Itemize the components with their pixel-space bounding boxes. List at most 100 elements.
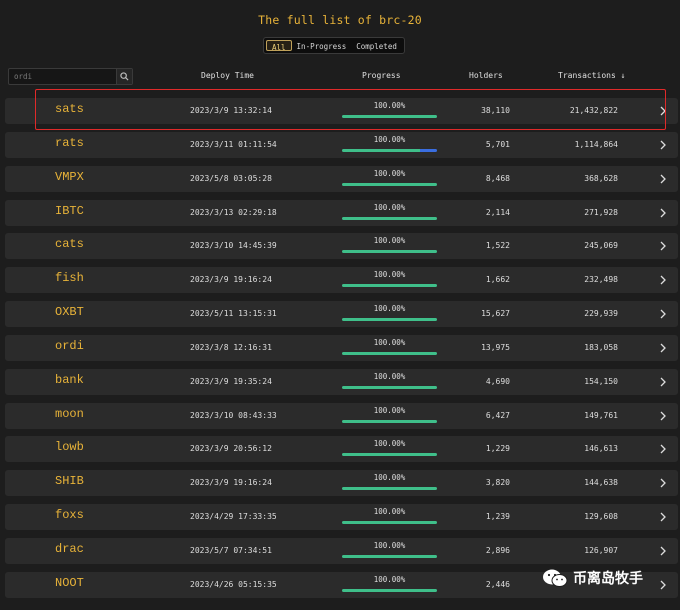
deploy-time: 2023/3/13 02:29:18 xyxy=(190,207,277,217)
search-button[interactable] xyxy=(116,69,132,84)
token-tick: rats xyxy=(55,135,84,150)
progress-bar-fill xyxy=(342,182,437,186)
deploy-time: 2023/3/9 19:35:24 xyxy=(190,376,272,386)
progress-text: 100.00% xyxy=(373,439,406,449)
chevron-right-icon[interactable] xyxy=(658,443,668,455)
progress-text: 100.00% xyxy=(373,405,406,415)
table-row[interactable]: SHIB 2023/3/9 19:16:24 100.00% 3,820 144,638 xyxy=(5,470,678,497)
tab-in-progress[interactable]: In-Progress xyxy=(292,40,352,51)
tab-completed[interactable]: Completed xyxy=(351,40,402,51)
chevron-right-icon[interactable] xyxy=(658,579,668,591)
watermark-text: 币离岛牧手 xyxy=(573,571,643,587)
progress-bar xyxy=(342,351,437,355)
progress-bar xyxy=(342,453,437,457)
transactions-count: 149,761 xyxy=(584,410,618,420)
deploy-time: 2023/3/9 19:16:24 xyxy=(190,275,272,285)
token-tick: fish xyxy=(55,271,84,286)
transactions-count: 368,628 xyxy=(584,173,618,183)
wechat-icon xyxy=(543,569,568,587)
watermark: 币离岛牧手 xyxy=(542,568,643,588)
chevron-right-icon[interactable] xyxy=(658,139,668,151)
progress-text: 100.00% xyxy=(373,168,406,178)
holders-count: 1,239 xyxy=(485,512,510,522)
col-holders[interactable]: Holders xyxy=(469,71,503,80)
table-row[interactable]: moon 2023/3/10 08:43:33 100.00% 6,427 149,76… xyxy=(5,402,678,429)
col-progress[interactable]: Progress xyxy=(362,71,401,80)
chevron-right-icon[interactable] xyxy=(658,376,668,388)
table-row[interactable]: drac 2023/5/7 07:34:51 100.00% 2,896 126,907 xyxy=(5,537,678,564)
search-icon xyxy=(120,72,129,81)
chevron-right-icon[interactable] xyxy=(658,545,668,557)
col-transactions[interactable]: Transactions ↓ xyxy=(558,71,625,80)
progress-text: 100.00% xyxy=(373,134,406,144)
progress-text: 100.00% xyxy=(373,337,406,347)
chevron-right-icon[interactable] xyxy=(658,240,668,252)
progress-bar xyxy=(342,487,437,491)
transactions-count: 21,432,822 xyxy=(569,106,618,115)
progress-bar xyxy=(342,588,437,592)
table-row[interactable]: VMPX 2023/5/8 03:05:28 100.00% 8,468 368,628 xyxy=(5,165,678,192)
progress-bar xyxy=(342,318,437,322)
progress-bar xyxy=(342,115,437,118)
table-row[interactable]: IBTC 2023/3/13 02:29:18 100.00% 2,114 271,92… xyxy=(5,199,678,226)
chevron-right-icon[interactable] xyxy=(658,342,668,354)
holders-count: 5,701 xyxy=(485,139,510,149)
table-row[interactable]: ordi 2023/3/8 12:16:31 100.00% 13,975 183,05… xyxy=(5,334,678,361)
holders-count: 1,522 xyxy=(485,241,510,251)
transactions-count: 144,638 xyxy=(584,478,618,488)
progress-bar-fill xyxy=(342,487,437,491)
chevron-right-icon[interactable] xyxy=(658,207,668,219)
holders-count: 8,468 xyxy=(485,173,510,183)
progress-bar-fill xyxy=(342,554,437,558)
progress-text: 100.00% xyxy=(373,473,406,483)
progress-bar-fill xyxy=(342,419,437,423)
chevron-right-icon[interactable] xyxy=(658,511,668,523)
token-tick: VMPX xyxy=(55,169,84,184)
progress-bar-fill xyxy=(342,115,437,118)
progress-bar xyxy=(342,419,437,423)
chevron-right-icon[interactable] xyxy=(658,477,668,489)
chevron-right-icon[interactable] xyxy=(658,308,668,320)
holders-count: 6,427 xyxy=(485,410,510,420)
progress-text: 100.00% xyxy=(373,371,406,381)
progress-text: 100.00% xyxy=(373,101,406,110)
progress-bar-fill xyxy=(342,318,437,322)
deploy-time: 2023/3/9 19:16:24 xyxy=(190,478,272,488)
progress-text: 100.00% xyxy=(373,507,406,517)
holders-count: 13,975 xyxy=(481,342,510,352)
table-row[interactable]: bank 2023/3/9 19:35:24 100.00% 4,690 154,150 xyxy=(5,368,678,395)
progress-bar-fill xyxy=(342,148,437,152)
chevron-right-icon[interactable] xyxy=(658,274,668,286)
holders-count: 3,820 xyxy=(485,478,510,488)
col-deploy-time[interactable]: Deploy Time xyxy=(201,71,254,80)
table-row[interactable]: foxs 2023/4/29 17:33:35 100.00% 1,239 129,60… xyxy=(5,504,678,531)
holders-count: 2,446 xyxy=(485,579,510,589)
chevron-right-icon[interactable] xyxy=(658,173,668,185)
holders-count: 4,690 xyxy=(485,376,510,386)
table-row[interactable]: cats 2023/3/10 14:45:39 100.00% 1,522 245,06… xyxy=(5,233,678,260)
token-tick: moon xyxy=(55,406,84,421)
chevron-right-icon[interactable] xyxy=(658,410,668,422)
holders-count: 15,627 xyxy=(481,309,510,319)
table-row[interactable]: OXBT 2023/5/11 13:15:31 100.00% 15,627 229,9… xyxy=(5,301,678,328)
token-tick: bank xyxy=(55,372,84,387)
progress-bar xyxy=(342,284,437,288)
table-row[interactable]: lowb 2023/3/9 20:56:12 100.00% 1,229 146,613 xyxy=(5,436,678,463)
progress-text: 100.00% xyxy=(373,270,406,280)
search-input[interactable] xyxy=(9,69,116,84)
table-row[interactable]: rats 2023/3/11 01:11:54 100.00% 5,701 1,114,… xyxy=(5,131,678,158)
table-row[interactable]: fish 2023/3/9 19:16:24 100.00% 1,662 232,498 xyxy=(5,267,678,294)
progress-bar-fill xyxy=(342,250,437,254)
chevron-right-icon[interactable] xyxy=(658,105,668,117)
progress-bar xyxy=(342,148,437,152)
token-tick: OXBT xyxy=(55,305,84,320)
tab-all[interactable]: All xyxy=(266,40,292,52)
progress-text: 100.00% xyxy=(373,202,406,212)
progress-bar-fill xyxy=(342,588,437,592)
progress-bar xyxy=(342,250,437,254)
transactions-count: 154,150 xyxy=(584,376,618,386)
table-row[interactable]: sats 2023/3/9 13:32:14 100.00% 38,110 21,432… xyxy=(5,98,678,124)
progress-bar xyxy=(342,554,437,558)
token-tick: lowb xyxy=(55,440,84,455)
deploy-time: 2023/4/26 05:15:35 xyxy=(190,579,277,589)
